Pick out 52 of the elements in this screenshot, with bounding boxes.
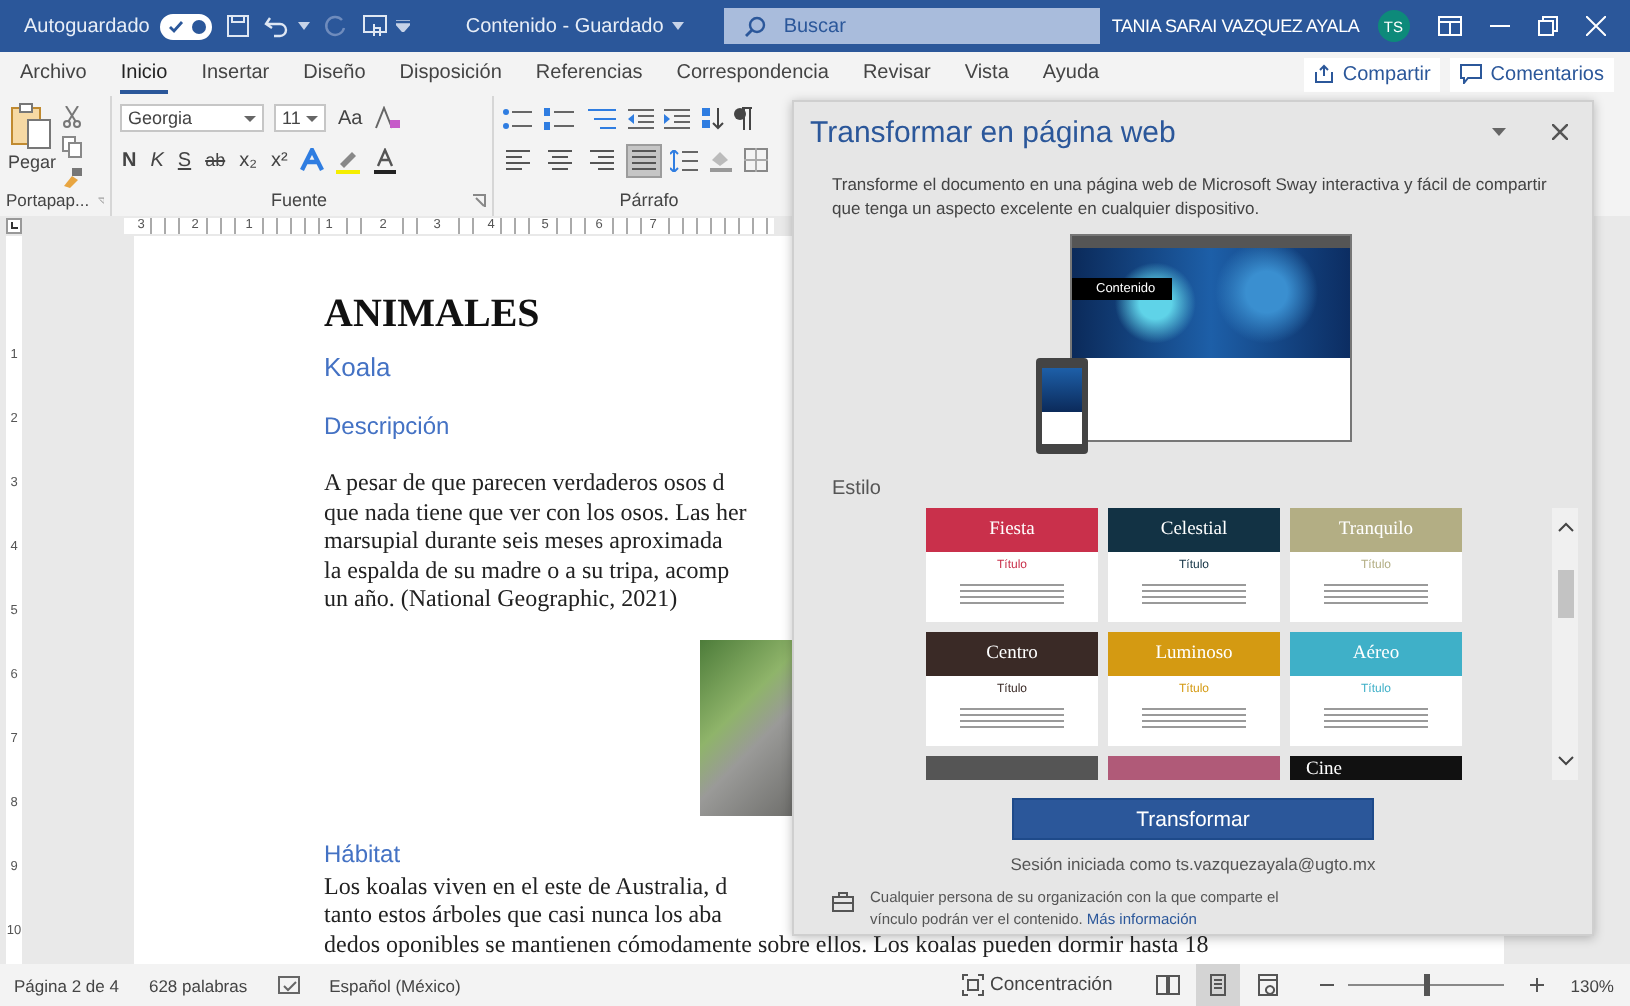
format-button[interactable]: x₂ [237,149,259,171]
group-label: Párrafo [619,190,679,210]
body-text-line: Los koalas viven en el este de Australia, d [324,871,728,900]
format-button[interactable]: ab [203,150,228,170]
ribbon-tab[interactable]: Insertar [201,55,270,93]
ribbon-tab[interactable]: Correspondencia [676,55,829,93]
ribbon-tab[interactable]: Archivo [20,55,87,93]
ribbon-tab[interactable]: Ayuda [1042,55,1100,93]
ribbon-tab[interactable]: Vista [964,55,1009,93]
page-count[interactable]: Página 2 de 4 [14,975,119,995]
body-text-line: dedos oponibles se mantienen cómodamente sobre ellos. Los koalas pueden dormir hasta 18 [324,929,1209,958]
document-subheading: Koala [324,352,391,384]
share-button[interactable]: Compartir [1304,57,1441,91]
format-button[interactable]: x² [268,149,290,171]
autosave-label: Autoguardado [24,15,150,37]
group-label: Fuente [270,190,328,210]
transform-button[interactable]: Transformar [1012,798,1374,840]
zoom-level[interactable]: 130% [1570,975,1614,995]
section-heading: Descripción [324,412,450,442]
change-case-button[interactable]: Aa [336,107,365,129]
body-text-line: que nada tiene que ver con los osos. Las her [324,497,747,526]
document-title[interactable]: Contenido - Guardado [465,15,664,37]
style-option[interactable]: Cine [1290,756,1462,780]
ribbon-tab[interactable]: Diseño [303,55,366,93]
user-name[interactable]: TANIA SARAI VAZQUEZ AYALA [1111,16,1360,36]
ribbon-tab[interactable]: Referencias [535,55,643,93]
word-count[interactable]: 628 palabras [148,975,248,995]
focus-button[interactable]: Concentración [961,974,1113,996]
body-text-line: tanto estos árboles que casi nunca los aba [324,900,722,929]
format-button[interactable]: N [120,149,139,171]
ribbon-tab[interactable]: Inicio [120,55,168,93]
body-text-line: marsupial durante seis meses aproximada [324,526,723,555]
language-label[interactable]: Español (México) [329,975,461,995]
pane-description: Transforme el documento en una página web de Microsoft Sway interactiva y fácil de compartir que tenga un aspecto excelente en cualquier dispositivo. [832,172,1549,220]
body-text-line: un año. (National Geographic, 2021) [324,584,678,613]
signed-in-text: Sesión iniciada como ts.vazquezayala@ugto.mx [1010,854,1376,874]
body-text-line: A pesar de que parecen verdaderos osos d [324,468,725,497]
body-text-line: la espalda de su madre o a su tripa, acomp [324,555,730,584]
font-size-field[interactable]: 11 [274,104,326,132]
pane-title: Transformar en página web [810,115,1178,149]
ribbon-tab[interactable]: Revisar [862,55,931,93]
comments-button[interactable]: Comentarios [1450,57,1614,91]
document-heading: ANIMALES [324,292,540,336]
ribbon-tab[interactable]: Disposición [399,55,502,93]
paste-button[interactable]: Pegar [8,102,57,188]
format-button[interactable]: K [148,149,166,171]
section-heading: Hábitat [324,839,401,869]
search-field[interactable]: Buscar [723,8,1100,44]
font-name-field[interactable]: Georgia [120,104,264,132]
style-label: Estilo [832,478,883,500]
group-label: Portapap... [6,190,90,210]
format-button[interactable]: S [175,149,194,171]
